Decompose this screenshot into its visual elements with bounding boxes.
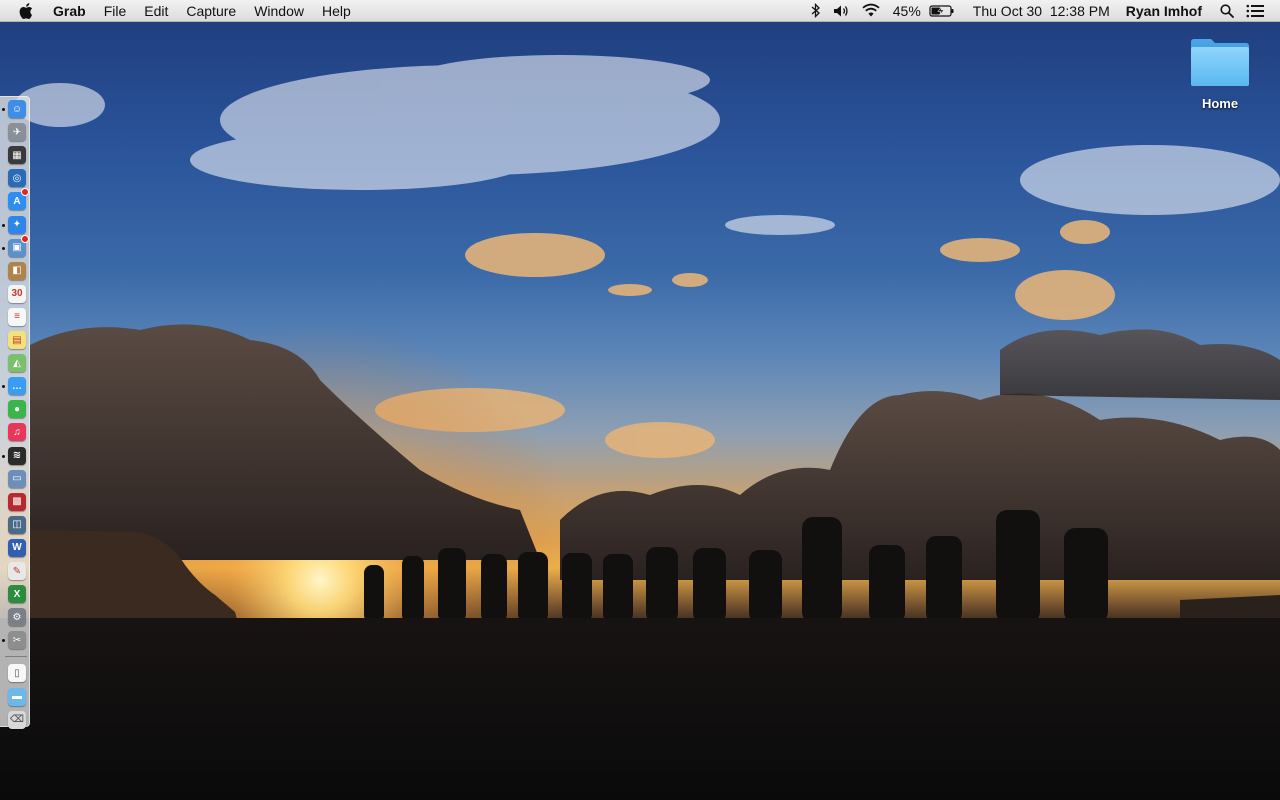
dock-item-photo-browser[interactable]: ▭ [8, 469, 26, 488]
contacts-icon: ◧ [12, 265, 22, 277]
dock-item-safari[interactable]: ✦ [8, 215, 26, 234]
dock-item-trash[interactable]: ⌫ [8, 710, 26, 729]
dock-item-calendar[interactable]: 30 [8, 284, 26, 303]
apple-menu-icon[interactable] [19, 2, 35, 20]
itunes-icon: ♫ [13, 426, 21, 438]
photo-browser-icon: ▭ [12, 473, 22, 485]
dock-item-photo-booth[interactable]: ▩ [8, 492, 26, 511]
dock-item-acrobat[interactable]: ✎ [8, 562, 26, 580]
messages-icon: … [12, 380, 22, 392]
menu-help[interactable]: Help [313, 0, 360, 22]
system-preferences-icon: ⚙ [12, 611, 22, 623]
desktop-icon-home[interactable]: Home [1180, 36, 1260, 126]
folder-icon [1191, 39, 1249, 86]
bluetooth-icon[interactable] [805, 0, 827, 22]
battery-charging-icon[interactable] [923, 0, 961, 22]
menu-bar: Grab File Edit Capture Window Help 45% T… [0, 0, 1280, 22]
dock-item-downloads-folder[interactable]: ▬ [8, 687, 26, 706]
dock-item-launchpad[interactable]: ✈ [8, 123, 26, 142]
documents-stack-icon: ▯ [14, 667, 20, 679]
dock-item-excel[interactable]: X [8, 585, 26, 604]
safari-icon: ✦ [12, 219, 22, 230]
dock: ☺ ✈ ▦ ◎ A ✦ ▣ ◧ 30 ≡ ▤ ◭ … ● ♫ ≋ ▭ ▩ ◫ W ✎ X ⚙ ✂ ▯ ▬ ⌫ [0, 96, 30, 729]
reminders-icon: ≡ [14, 311, 20, 323]
running-indicator [2, 246, 5, 250]
menu-window[interactable]: Window [245, 0, 313, 22]
dock-item-preview[interactable]: ▣ [8, 234, 29, 257]
dock-item-messages[interactable]: … [8, 377, 26, 396]
image-capture-icon: ◫ [12, 519, 22, 531]
dock-item-reminders[interactable]: ≡ [8, 307, 26, 326]
finder-icon: ☺ [11, 103, 23, 115]
clock[interactable]: Thu Oct 30 12:38 PM [961, 0, 1116, 22]
spotlight-search-icon[interactable] [1214, 0, 1240, 22]
dock-item-system-preferences[interactable]: ⚙ [8, 608, 26, 627]
spotify-icon: ≋ [12, 450, 22, 461]
dock-item-word[interactable]: W [8, 538, 26, 557]
mission-control-icon: ▦ [12, 149, 22, 161]
app-store-icon: A [13, 195, 21, 207]
dock-item-contacts[interactable]: ◧ [8, 261, 26, 280]
dock-item-finder[interactable]: ☺ [8, 100, 26, 118]
preview-icon: ▣ [12, 242, 22, 254]
launchpad-icon: ✈ [12, 126, 22, 138]
word-icon: W [12, 542, 22, 554]
dock-item-image-capture[interactable]: ◫ [8, 515, 26, 534]
wallpaper-scene [0, 55, 1280, 800]
dock-item-mission-control[interactable]: ▦ [8, 146, 26, 165]
running-indicator [2, 108, 5, 111]
app-menu-grab[interactable]: Grab [53, 0, 95, 22]
notification-badge [21, 234, 29, 243]
dock-item-notes[interactable]: ▤ [8, 331, 26, 349]
menu-capture[interactable]: Capture [177, 0, 245, 22]
maps-icon: ◭ [13, 357, 21, 369]
wispy-clouds [15, 55, 1280, 235]
notes-icon: ▤ [12, 334, 22, 346]
dock-item-documents-stack[interactable]: ▯ [8, 664, 26, 683]
dock-item-spotify[interactable]: ≋ [8, 446, 26, 465]
desktop-wallpaper [0, 0, 1280, 800]
running-indicator [2, 223, 5, 227]
facetime-icon: ● [13, 403, 21, 415]
fast-user-switch-name[interactable]: Ryan Imhof [1116, 0, 1214, 22]
calendar-icon: 30 [11, 288, 23, 300]
running-indicator [2, 385, 5, 389]
quicktime-icon: ◎ [12, 172, 22, 184]
dock-item-app-store[interactable]: A [8, 188, 29, 211]
notification-badge [21, 188, 29, 197]
excel-icon: X [13, 588, 21, 600]
desktop-icon-label: Home [1201, 96, 1239, 111]
dock-item-itunes[interactable]: ♫ [8, 423, 26, 442]
menu-edit[interactable]: Edit [135, 0, 177, 22]
dock-item-quicktime[interactable]: ◎ [8, 169, 26, 188]
dock-item-facetime[interactable]: ● [8, 400, 26, 419]
acrobat-icon: ✎ [12, 565, 22, 577]
grab-icon: ✂ [12, 634, 22, 646]
photo-booth-icon: ▩ [12, 496, 22, 508]
downloads-folder-icon: ▬ [12, 691, 22, 702]
notification-center-icon[interactable] [1240, 0, 1270, 22]
running-indicator [2, 454, 5, 458]
dock-separator [5, 656, 27, 658]
dock-item-maps[interactable]: ◭ [8, 354, 26, 373]
running-indicator [2, 639, 5, 643]
volume-icon[interactable] [827, 0, 855, 22]
wifi-icon[interactable] [855, 0, 887, 22]
trash-icon: ⌫ [9, 714, 25, 726]
battery-percentage[interactable]: 45% [887, 0, 923, 22]
menu-file[interactable]: File [95, 0, 136, 22]
dock-item-grab[interactable]: ✂ [8, 631, 26, 650]
